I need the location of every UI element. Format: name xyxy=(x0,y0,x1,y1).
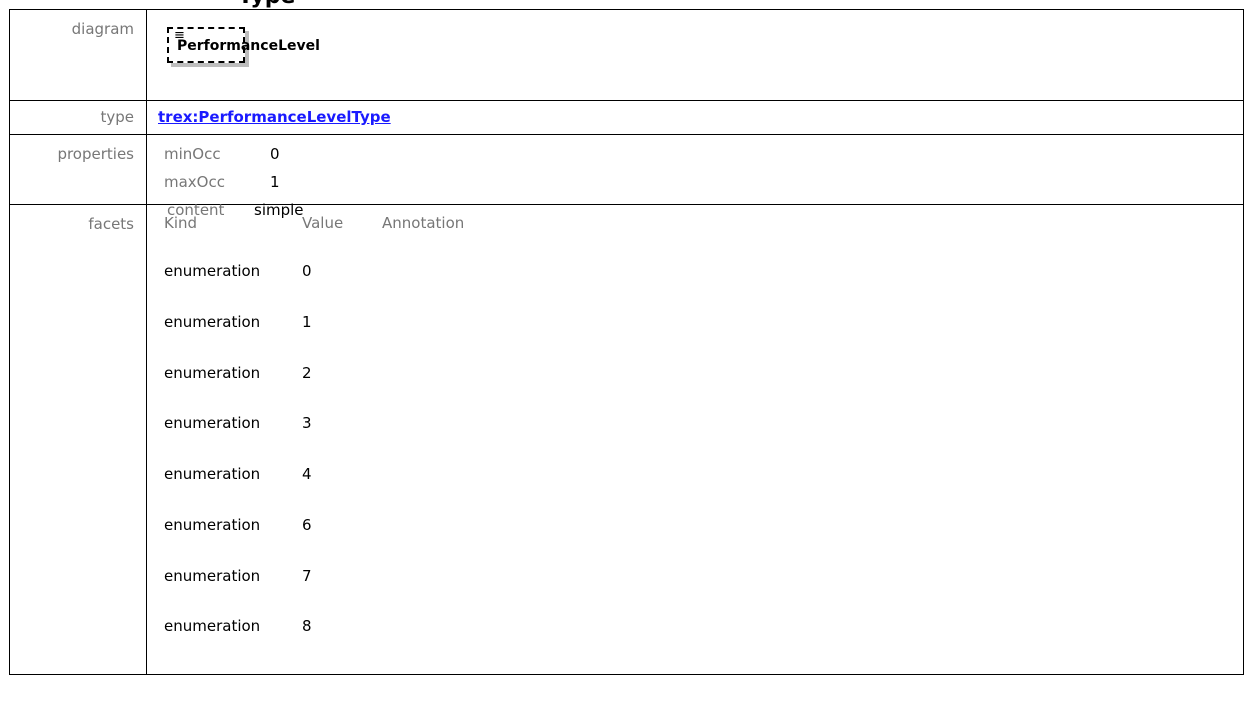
type-cell: trex:PerformanceLevelType xyxy=(146,100,1244,135)
facet-kind: enumeration xyxy=(164,364,261,382)
facets-header-annotation: Annotation xyxy=(382,214,465,232)
diagram-label: diagram xyxy=(9,9,147,101)
facet-kind: enumeration xyxy=(164,567,261,585)
properties-cell: minOcc 0 maxOcc 1 content simple xyxy=(146,134,1244,219)
facet-kind: enumeration xyxy=(164,262,261,280)
facet-value: 2 xyxy=(302,364,312,382)
property-value-maxocc: 1 xyxy=(270,173,280,191)
schema-detail-table: diagram ≡ PerformanceLevel type trex:Per… xyxy=(9,9,1244,675)
facets-row: facets Kind Value Annotation enumeration… xyxy=(9,204,1244,675)
facet-kind: enumeration xyxy=(164,313,261,331)
facet-kind: enumeration xyxy=(164,617,261,635)
properties-label: properties xyxy=(9,134,147,205)
element-diagram-box[interactable]: ≡ PerformanceLevel xyxy=(167,27,320,63)
facet-value: 8 xyxy=(302,617,312,635)
facet-value: 3 xyxy=(302,414,312,432)
facets-header-value: Value xyxy=(302,214,344,232)
facet-value: 4 xyxy=(302,465,312,483)
type-link[interactable]: trex:PerformanceLevelType xyxy=(158,108,391,126)
facet-value: 6 xyxy=(302,516,312,534)
facet-value: 7 xyxy=(302,567,312,585)
facet-value: 1 xyxy=(302,313,312,331)
type-row: type trex:PerformanceLevelType xyxy=(9,100,1244,135)
properties-row: properties minOcc 0 maxOcc 1 content sim… xyxy=(9,134,1244,219)
type-label: type xyxy=(9,100,147,135)
facets-header-kind: Kind xyxy=(164,214,198,232)
facet-kind: enumeration xyxy=(164,414,261,432)
property-value-minocc: 0 xyxy=(270,145,280,163)
property-value-content: simple xyxy=(254,201,304,219)
facet-value: 0 xyxy=(302,262,312,280)
facet-kind: enumeration xyxy=(164,516,261,534)
property-key-maxocc: maxOcc xyxy=(164,173,225,191)
property-key-minocc: minOcc xyxy=(164,145,221,163)
diagram-element-name: PerformanceLevel xyxy=(177,38,320,54)
diagram-cell: ≡ PerformanceLevel xyxy=(146,9,1244,101)
facets-cell: Kind Value Annotation enumeration 0 enum… xyxy=(146,204,1244,675)
section-heading-fragment: Type xyxy=(238,0,295,9)
diagram-row: diagram ≡ PerformanceLevel xyxy=(9,9,1244,101)
facets-label: facets xyxy=(9,204,147,675)
facet-kind: enumeration xyxy=(164,465,261,483)
